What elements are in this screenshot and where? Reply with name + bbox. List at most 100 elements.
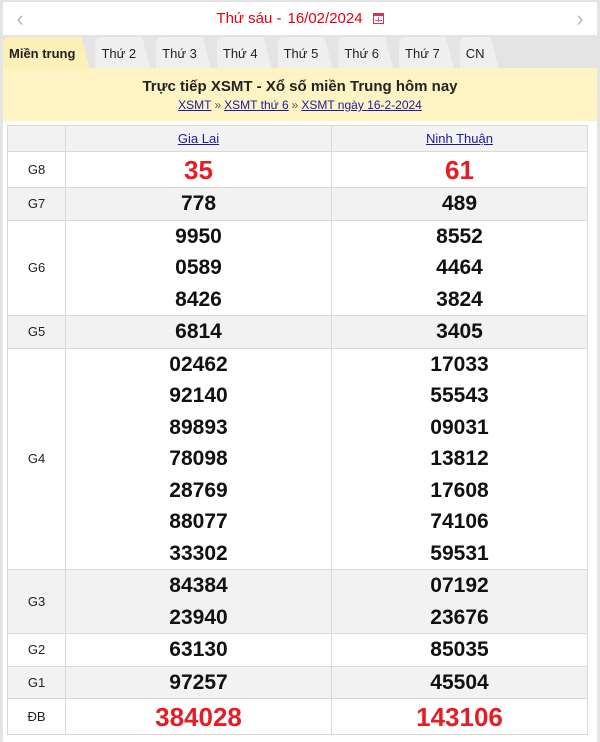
breadcrumb-xsmt-date[interactable]: XSMT ngày 16-2-2024 (301, 98, 422, 112)
day-label: Thứ sáu - (216, 10, 282, 27)
prize-number: 17033 (430, 352, 489, 376)
province-link-gia-lai[interactable]: Gia Lai (178, 131, 219, 146)
prize-label: G6 (7, 219, 66, 316)
chevron-right-icon[interactable]: › (572, 8, 588, 30)
calendar-icon[interactable] (372, 13, 384, 24)
prize-number: 74106 (430, 510, 489, 533)
results-table: Gia Lai Ninh Thuận G8 35 61 G7 778 489 G6 9950 0… (7, 125, 588, 735)
table-header-row: Gia Lai Ninh Thuận (7, 125, 588, 152)
table-row: G4 02462 92140 89893 78098 28769 88077 33302 170… (7, 347, 588, 570)
header-prize (7, 125, 66, 152)
breadcrumb-xsmt-thu-6[interactable]: XSMT thứ 6 (224, 98, 289, 112)
prize-table-body: G8 35 61 G7 778 489 G6 9950 0589 8426 8552 4464 3824… (7, 151, 588, 735)
prize-cell-gia-lai: 84384 23940 (65, 569, 332, 634)
prize-number: 778 (180, 192, 217, 215)
date-selector[interactable]: Thứ sáu - 16/02/2024 (216, 10, 384, 27)
prize-number: 97257 (169, 670, 228, 694)
table-row: G7 778 489 (7, 187, 588, 221)
prize-number: 59531 (430, 541, 489, 565)
prize-number: 4464 (436, 256, 483, 279)
prize-number: 92140 (169, 384, 228, 407)
prize-cell-ninh-thuan: 489 (331, 187, 588, 221)
table-row: G3 84384 23940 07192 23676 (7, 569, 588, 634)
prize-number: 89893 (169, 415, 228, 439)
prize-number: 33302 (169, 541, 228, 565)
chevron-left-icon[interactable]: ‹ (12, 8, 28, 30)
prize-number: 85035 (430, 638, 489, 661)
prize-cell-ninh-thuan: 143106 (331, 698, 588, 735)
prize-number: 13812 (430, 447, 489, 470)
tab-mien-trung[interactable]: Miền trung (3, 37, 89, 68)
prize-cell-ninh-thuan: 3405 (331, 315, 588, 349)
prize-number: 9950 (175, 224, 222, 248)
prize-number: 489 (441, 192, 478, 215)
prize-label: G3 (7, 569, 66, 634)
prize-cell-gia-lai: 02462 92140 89893 78098 28769 88077 33302 (65, 347, 332, 570)
table-row: ĐB 384028 143106 (7, 698, 588, 735)
prize-number: 8426 (175, 287, 222, 311)
prize-number: 3405 (436, 320, 483, 343)
prize-number: 63130 (169, 638, 228, 661)
province-link-ninh-thuan[interactable]: Ninh Thuận (426, 131, 493, 146)
prize-label: G7 (7, 187, 66, 221)
prize-label: G1 (7, 665, 66, 699)
tab-thu-6[interactable]: Thứ 6 (338, 37, 393, 68)
prize-cell-gia-lai: 384028 (65, 698, 332, 735)
prize-number: 6814 (175, 320, 222, 343)
prize-cell-gia-lai: 778 (65, 187, 332, 221)
tab-cn[interactable]: CN (460, 37, 499, 68)
prize-cell-ninh-thuan: 61 (331, 151, 588, 188)
prize-number: 09031 (430, 415, 489, 439)
table-row: G6 9950 0589 8426 8552 4464 3824 (7, 219, 588, 316)
prize-label: ĐB (7, 698, 66, 735)
date-value: 16/02/2024 (287, 10, 363, 27)
prize-cell-ninh-thuan: 45504 (331, 665, 588, 699)
prize-number: 8552 (436, 224, 483, 248)
table-row: G1 97257 45504 (7, 665, 588, 699)
day-tabs: Miền trung Thứ 2 Thứ 3 Thứ 4 Thứ 5 Thứ 6… (3, 37, 597, 68)
prize-cell-gia-lai: 97257 (65, 665, 332, 699)
results-panel: Trực tiếp XSMT - Xổ số miền Trung hôm na… (3, 68, 597, 742)
table-row: G2 63130 85035 (7, 633, 588, 667)
tab-thu-7[interactable]: Thứ 7 (399, 37, 454, 68)
header-province: Gia Lai (65, 125, 332, 152)
tab-thu-5[interactable]: Thứ 5 (278, 37, 333, 68)
prize-cell-gia-lai: 35 (65, 151, 332, 188)
prize-label: G4 (7, 347, 66, 570)
prize-label: G8 (7, 151, 66, 188)
table-row: G8 35 61 (7, 151, 588, 188)
prize-cell-ninh-thuan: 17033 55543 09031 13812 17608 74106 59531 (331, 347, 588, 570)
page-title: Trực tiếp XSMT - Xổ số miền Trung hôm na… (142, 78, 458, 95)
breadcrumb: XSMT» XSMT thứ 6» XSMT ngày 16-2-2024 (3, 98, 597, 112)
breadcrumb-separator: » (291, 98, 299, 112)
prize-number: 28769 (169, 478, 228, 502)
prize-cell-ninh-thuan: 07192 23676 (331, 569, 588, 634)
prize-number: 84384 (169, 574, 228, 597)
prize-cell-gia-lai: 63130 (65, 633, 332, 667)
prize-number: 55543 (430, 384, 489, 407)
header-province: Ninh Thuận (331, 125, 588, 152)
prize-number: 143106 (416, 701, 503, 732)
prize-number: 17608 (430, 478, 489, 502)
tab-thu-3[interactable]: Thứ 3 (156, 37, 211, 68)
prize-number: 78098 (169, 447, 228, 470)
prize-cell-ninh-thuan: 85035 (331, 633, 588, 667)
prize-cell-gia-lai: 6814 (65, 315, 332, 349)
prize-number: 07192 (430, 574, 489, 597)
table-row: G5 6814 3405 (7, 315, 588, 349)
tab-thu-2[interactable]: Thứ 2 (95, 37, 150, 68)
prize-number: 35 (184, 154, 213, 185)
tab-thu-4[interactable]: Thứ 4 (217, 37, 272, 68)
prize-number: 45504 (430, 670, 489, 694)
date-bar: ‹ Thứ sáu - 16/02/2024 › (3, 2, 597, 35)
prize-number: 02462 (169, 352, 228, 376)
prize-cell-gia-lai: 9950 0589 8426 (65, 219, 332, 316)
prize-number: 61 (445, 154, 474, 185)
prize-number: 3824 (436, 287, 483, 311)
prize-number: 23940 (169, 605, 228, 629)
breadcrumb-xsmt[interactable]: XSMT (178, 98, 211, 112)
prize-number: 384028 (155, 701, 242, 732)
prize-number: 23676 (430, 605, 489, 629)
results-table-wrap: Gia Lai Ninh Thuận G8 35 61 G7 778 489 G6 9950 0… (3, 121, 597, 742)
prize-cell-ninh-thuan: 8552 4464 3824 (331, 219, 588, 316)
